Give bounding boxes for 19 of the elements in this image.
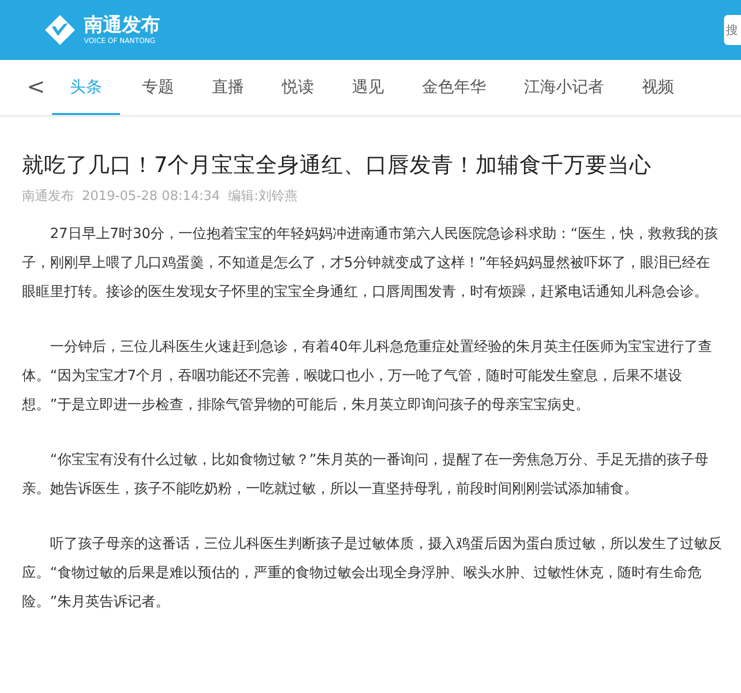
search-field[interactable]: 搜: [724, 15, 741, 45]
article-time: 2019-05-28 08:14:34: [82, 188, 220, 206]
article-source: 南通发布: [22, 188, 74, 206]
logo-title: 南通发布: [84, 16, 160, 34]
nav-tab[interactable]: 金色年华: [422, 60, 486, 115]
nav-tab[interactable]: 专题: [142, 60, 174, 115]
article-title: 就吃了几口！7个月宝宝全身通红、口唇发青！加辅食千万要当心: [22, 153, 653, 179]
nav-tab[interactable]: 直播: [212, 60, 244, 115]
article-paragraph: 27日早上7时30分，一位抱着宝宝的年轻妈妈冲进南通市第六人民医院急诊科求助：“医生，快，救救我的孩子，刚刚早上喂了几口鸡蛋羹，不知道是怎么了，才5分钟就变成了这样！”年轻妈妈显然被吓坏了，眼泪已经在眼眶里打转。接诊的医生发现女子怀里的宝宝全身通红，口唇周围发青，时有烦躁，赶紧电话通知儿科急会诊。: [22, 225, 719, 302]
logo-icon: [44, 14, 76, 46]
nav-tab[interactable]: 视频: [642, 60, 674, 115]
nav-tab[interactable]: 江海小记者: [524, 60, 604, 115]
article-paragraph: 一分钟后，三位儿科医生火速赶到急诊，有着40年儿科急危重症处置经验的朱月英主任医师为宝宝进行了查体。“因为宝宝才7个月，吞咽功能还不完善，喉咙口也小，万一呛了气管，随时可能发生窒息，后果不堪设想。”于是立即进一步检查，排除气管异物的可能后，朱月英立即询问孩子的母亲宝宝病史。: [22, 338, 713, 416]
nav-tab[interactable]: 悦读: [282, 60, 314, 115]
article-paragraph: “你宝宝有没有什么过敏，比如食物过敏？”朱月英的一番询问，提醒了在一旁焦急万分、手足无措的孩子母亲。她告诉医生，孩子不能吃奶粉，一吃就过敏，所以一直坚持母乳，前段时间刚刚尝试添加辅食。: [22, 451, 710, 500]
nav-tab[interactable]: 遇见: [352, 60, 384, 115]
back-button[interactable]: <: [26, 71, 46, 104]
article-editor: 编辑:刘铃燕: [228, 188, 298, 206]
article-paragraph: 听了孩子母亲的这番话，三位儿科医生判断孩子是过敏体质，摄入鸡蛋后因为蛋白质过敏，所以发生了过敏反应。“食物过敏的后果是难以预估的，严重的食物过敏会出现全身浮肿、喉头水肿、过敏性休克，随时有生命危险。”朱月英告诉记者。: [22, 535, 723, 612]
